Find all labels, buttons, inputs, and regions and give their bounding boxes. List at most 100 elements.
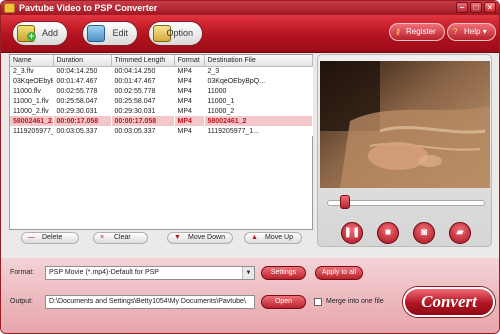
register-button[interactable]: ⚷ Register <box>389 23 445 41</box>
snapshot-button[interactable]: ◙ <box>413 222 435 244</box>
cell-destination: 03KqeOEbyBpQ... <box>204 76 313 86</box>
cell-duration: 00:01:47.467 <box>53 76 112 86</box>
table-row[interactable]: 1119205977_1...00:03:05.33700:03:05.337M… <box>10 126 313 136</box>
column-header-name[interactable]: Name <box>10 55 54 67</box>
output-path-value: D:\Documents and Settings\Betty1054\My D… <box>49 298 246 305</box>
cell-destination: 2_3 <box>204 66 313 76</box>
cell-trimmed-length: 00:02:55.778 <box>111 86 175 96</box>
cell-duration: 00:00:17.058 <box>53 116 112 126</box>
table-row[interactable]: 58002461_2....00:00:17.05800:00:17.058MP… <box>10 116 313 126</box>
table-row[interactable]: 11000_1.flv 00:25:58.047 00:25:58.047 MP4 11… <box>10 96 313 106</box>
column-header-destination[interactable]: Destination File <box>204 55 313 67</box>
move-up-label: Move Up <box>265 234 294 241</box>
cell-format: MP4 <box>174 116 205 126</box>
settings-button[interactable]: Settings <box>261 266 306 280</box>
column-header-trimmed-length[interactable]: Trimmed Length <box>111 55 175 67</box>
cell-format: MP4 <box>174 66 205 76</box>
minimize-button[interactable]: – <box>456 2 468 13</box>
table-row[interactable]: 03KqeOEbyBpQ...00:01:47.46700:01:47.467M… <box>10 76 313 86</box>
output-path-field[interactable]: D:\Documents and Settings\Betty1054\My D… <box>45 295 255 309</box>
stop-icon: ■ <box>384 227 392 238</box>
cell-trimmed-length: 00:00:17.058 <box>111 116 175 126</box>
video-frame-image <box>320 61 490 188</box>
clear-label: Clear <box>114 234 131 241</box>
seek-bar[interactable] <box>327 200 485 206</box>
cell-destination: 58002461_2 <box>204 116 313 126</box>
open-folder-button[interactable]: ▰ <box>449 222 471 244</box>
open-button[interactable]: Open <box>261 295 306 309</box>
move-up-button[interactable]: ▲ Move Up <box>244 232 302 244</box>
edit-button[interactable]: Edit <box>82 21 138 46</box>
table-row[interactable]: 11000_2.flv 00:29:30.031 00:29:30.031 MP4 11… <box>10 106 313 116</box>
cell-name: 58002461_2.... <box>10 116 54 126</box>
cell-format: MP4 <box>174 76 205 86</box>
output-settings-panel: Format: PSP Movie (*.mp4)-Default for PS… <box>1 258 499 333</box>
pause-icon: ❚❚ <box>343 227 361 238</box>
cell-trimmed-length: 00:03:05.337 <box>111 126 175 136</box>
cell-trimmed-length: 00:04:14.250 <box>111 66 175 76</box>
stop-button[interactable]: ■ <box>377 222 399 244</box>
move-down-button[interactable]: ▼ Move Down <box>167 232 233 244</box>
preview-player: ❚❚ ■ ◙ ▰ <box>317 54 492 247</box>
close-button[interactable]: × <box>484 2 496 13</box>
cell-format: MP4 <box>174 106 205 116</box>
cell-duration: 00:03:05.337 <box>53 126 112 136</box>
help-button[interactable]: ? Help ▾ <box>447 23 496 41</box>
help-icon: ? <box>453 27 458 36</box>
option-button[interactable]: Option <box>148 21 203 46</box>
apply-to-all-button[interactable]: Apply to all <box>315 266 363 280</box>
cell-name: 2_3.flv <box>10 66 54 76</box>
edit-label: Edit <box>112 28 128 38</box>
video-preview <box>320 61 490 188</box>
pause-button[interactable]: ❚❚ <box>341 222 363 244</box>
cell-name: 1119205977_1... <box>10 126 54 136</box>
add-label: Add <box>41 28 58 38</box>
window-title: Pavtube Video to PSP Converter <box>19 3 158 13</box>
table-row[interactable]: 2_3.flv 00:04:14.250 00:04:14.250 MP4 2_3 <box>10 66 313 76</box>
register-label: Register <box>406 27 436 36</box>
delete-button[interactable]: — Delete <box>21 232 79 244</box>
cell-destination: 11000_2 <box>204 106 313 116</box>
minus-icon: — <box>28 234 35 241</box>
cell-trimmed-length: 00:25:58.047 <box>111 96 175 106</box>
title-bar: Pavtube Video to PSP Converter – □ × <box>1 1 499 15</box>
cell-duration: 00:29:30.031 <box>53 106 112 116</box>
help-label: Help <box>464 27 481 36</box>
list-button-bar: — Delete × Clear ▼ Move Down ▲ Move Up <box>9 231 313 245</box>
clear-button[interactable]: × Clear <box>93 232 148 244</box>
cell-name: 03KqeOEbyBpQ... <box>10 76 54 86</box>
add-file-icon <box>17 25 36 42</box>
file-table: Name Duration Trimmed Length Format Dest… <box>10 55 313 136</box>
table-row[interactable]: 11000.flv 00:02:55.778 00:02:55.778 MP4 1100… <box>10 86 313 96</box>
cell-destination: 1119205977_1... <box>204 126 313 136</box>
cell-destination: 11000_1 <box>204 96 313 106</box>
output-label: Output: <box>10 298 33 305</box>
camera-icon: ◙ <box>420 227 428 238</box>
key-icon: ⚷ <box>395 27 401 36</box>
add-button[interactable]: Add <box>12 21 68 46</box>
convert-button[interactable]: Convert <box>403 287 495 317</box>
cell-format: MP4 <box>174 126 205 136</box>
format-label: Format: <box>10 269 35 276</box>
table-body: 2_3.flv 00:04:14.250 00:04:14.250 MP4 2_3 03K… <box>10 66 313 136</box>
edit-icon <box>87 25 105 42</box>
app-icon <box>4 3 15 13</box>
toolbar: Add Edit Option ⚷ Register ? Help ▾ <box>1 15 499 53</box>
column-header-format[interactable]: Format <box>174 55 205 67</box>
format-select[interactable]: PSP Movie (*.mp4)-Default for PSP ▼ <box>45 266 255 280</box>
clear-icon: × <box>100 234 105 241</box>
file-list[interactable]: Name Duration Trimmed Length Format Dest… <box>9 54 313 230</box>
cell-name: 11000_1.flv <box>10 96 54 106</box>
arrow-down-icon: ▼ <box>174 234 181 241</box>
cell-format: MP4 <box>174 96 205 106</box>
option-label: Option <box>166 28 193 38</box>
folder-icon: ▰ <box>456 227 464 238</box>
maximize-button[interactable]: □ <box>470 2 482 13</box>
seek-handle[interactable] <box>339 195 350 209</box>
cell-name: 11000.flv <box>10 86 54 96</box>
move-down-label: Move Down <box>188 234 225 241</box>
merge-checkbox[interactable] <box>314 298 322 306</box>
cell-trimmed-length: 00:29:30.031 <box>111 106 175 116</box>
chevron-down-icon: ▼ <box>242 267 254 279</box>
column-header-duration[interactable]: Duration <box>53 55 112 67</box>
